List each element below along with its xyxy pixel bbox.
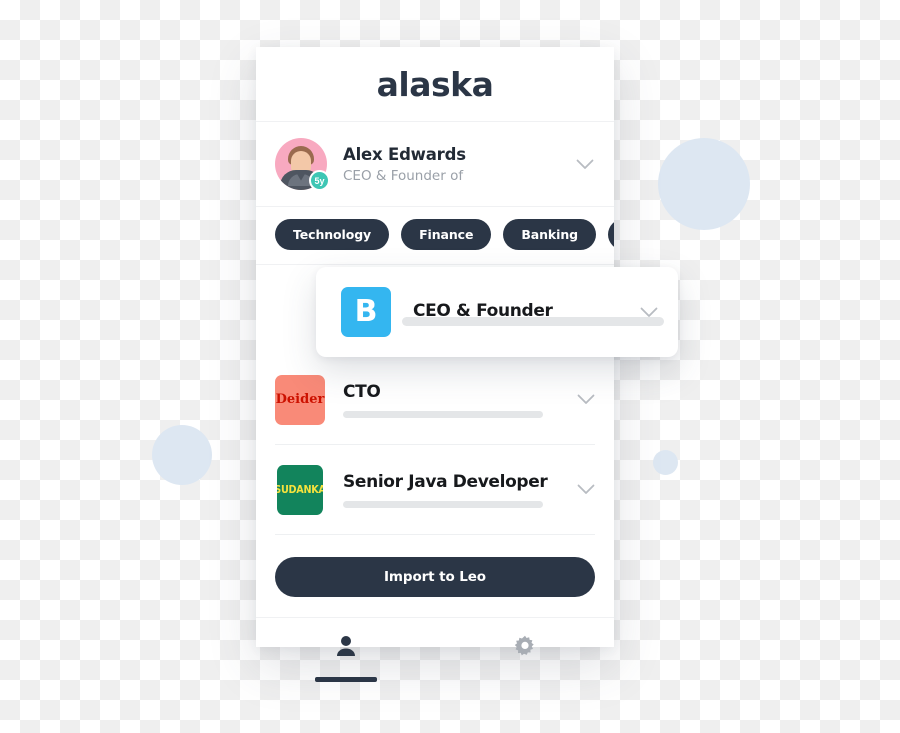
app-logo: alaska bbox=[376, 64, 494, 104]
avatar: 5y bbox=[275, 138, 330, 191]
app-header: alaska bbox=[256, 47, 614, 122]
profile-name: Alex Edwards bbox=[343, 144, 466, 164]
gear-icon bbox=[513, 634, 537, 663]
overlay-job-card[interactable]: B CEO & Founder bbox=[316, 267, 678, 357]
tag-technology[interactable]: Technology bbox=[275, 219, 390, 250]
chevron-down-icon[interactable] bbox=[577, 394, 595, 405]
chevron-down-icon[interactable] bbox=[640, 307, 658, 318]
canvas: alaska 5y Alex Edwards CEO & Founder of bbox=[0, 0, 900, 733]
decorative-circle-small bbox=[653, 450, 678, 475]
tag-finance[interactable]: Finance bbox=[401, 219, 492, 250]
experience-badge: 5y bbox=[309, 170, 330, 191]
import-to-leo-button[interactable]: Import to Leo bbox=[275, 557, 595, 597]
job-title: Senior Java Developer bbox=[343, 471, 548, 492]
tag-list: Technology Finance Banking Cloud Com bbox=[256, 207, 614, 265]
job-title: CTO bbox=[343, 381, 381, 402]
tag-banking[interactable]: Banking bbox=[503, 219, 596, 250]
job-row-senior-java-developer[interactable]: SUDANKA Senior Java Developer bbox=[275, 445, 595, 535]
person-icon bbox=[335, 634, 357, 663]
bottom-navigation bbox=[256, 617, 614, 682]
overlay-detail-placeholder bbox=[402, 317, 664, 326]
tag-cloud-computing[interactable]: Cloud Com bbox=[607, 219, 614, 250]
decorative-circle-large bbox=[658, 138, 750, 230]
profile-subtitle: CEO & Founder of bbox=[343, 167, 464, 184]
job-detail-placeholder bbox=[343, 410, 543, 418]
decorative-circle-medium bbox=[152, 425, 212, 485]
nav-item-profile[interactable] bbox=[256, 618, 435, 682]
company-logo-b: B bbox=[341, 287, 391, 337]
profile-row[interactable]: 5y Alex Edwards CEO & Founder of bbox=[256, 122, 614, 207]
company-logo-sudanka: SUDANKA bbox=[277, 464, 323, 515]
job-body: Senior Java Developer bbox=[343, 472, 577, 508]
nav-item-settings[interactable] bbox=[435, 618, 614, 679]
chevron-down-icon[interactable] bbox=[576, 159, 594, 170]
job-detail-placeholder bbox=[343, 500, 543, 508]
company-logo-deider: Deider bbox=[275, 374, 325, 425]
job-body: CTO bbox=[343, 382, 577, 418]
job-row-cto[interactable]: Deider CTO bbox=[275, 355, 595, 445]
active-tab-indicator bbox=[314, 677, 377, 682]
chevron-down-icon[interactable] bbox=[577, 484, 595, 495]
import-action-area: Import to Leo bbox=[256, 535, 614, 617]
profile-text: Alex Edwards CEO & Founder of bbox=[343, 145, 576, 184]
